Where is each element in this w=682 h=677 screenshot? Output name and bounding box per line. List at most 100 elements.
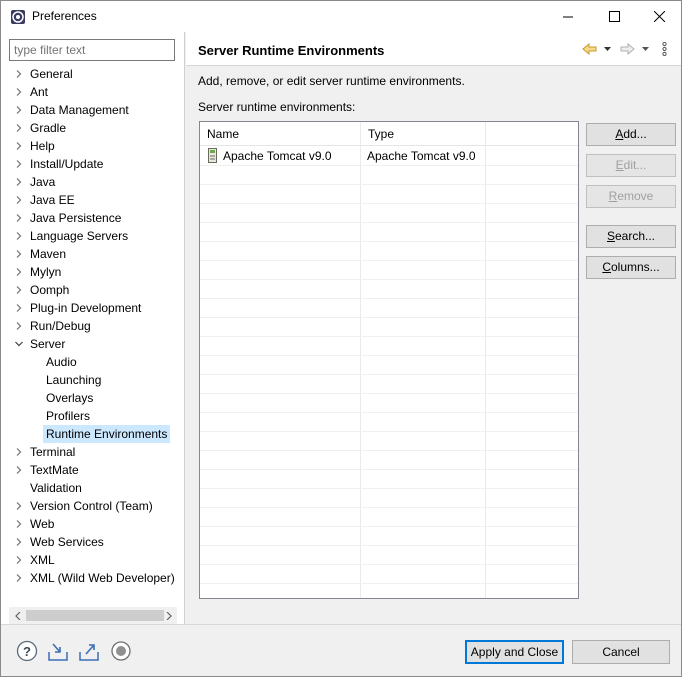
chevron-right-icon[interactable] bbox=[14, 119, 24, 137]
scroll-left-icon[interactable] bbox=[9, 607, 26, 624]
tree-item[interactable]: General bbox=[1, 65, 185, 83]
chevron-right-icon[interactable] bbox=[14, 533, 24, 551]
tree-item-label: TextMate bbox=[30, 463, 79, 477]
row-divider bbox=[200, 374, 578, 375]
tree-item[interactable]: Overlays bbox=[1, 389, 185, 407]
tree-item[interactable]: Terminal bbox=[1, 443, 185, 461]
tree-item[interactable]: Validation bbox=[1, 479, 185, 497]
chevron-right-icon[interactable] bbox=[14, 83, 24, 101]
tree-item[interactable]: Java bbox=[1, 173, 185, 191]
scroll-right-icon[interactable] bbox=[160, 607, 177, 624]
tree-item-label: Install/Update bbox=[30, 157, 104, 171]
chevron-right-icon[interactable] bbox=[14, 515, 24, 533]
chevron-right-icon[interactable] bbox=[14, 263, 24, 281]
server-runtime-icon bbox=[208, 148, 217, 166]
tree-item[interactable]: Install/Update bbox=[1, 155, 185, 173]
chevron-right-icon[interactable] bbox=[14, 551, 24, 569]
record-icon[interactable] bbox=[110, 640, 132, 662]
tree-item[interactable]: Run/Debug bbox=[1, 317, 185, 335]
tree-item-label: Validation bbox=[30, 481, 82, 495]
tree-item[interactable]: Java EE bbox=[1, 191, 185, 209]
view-menu-button[interactable] bbox=[662, 41, 667, 57]
tree-item[interactable]: Plug-in Development bbox=[1, 299, 185, 317]
chevron-right-icon[interactable] bbox=[14, 299, 24, 317]
chevron-right-icon[interactable] bbox=[14, 461, 24, 479]
tree-item[interactable]: Language Servers bbox=[1, 227, 185, 245]
chevron-right-icon[interactable] bbox=[14, 317, 24, 335]
tree-item[interactable]: Runtime Environments bbox=[1, 425, 185, 443]
remove-button[interactable]: Remove bbox=[586, 185, 676, 208]
tree-item[interactable]: Ant bbox=[1, 83, 185, 101]
search-button[interactable]: Search... bbox=[586, 225, 676, 248]
tree-item[interactable]: TextMate bbox=[1, 461, 185, 479]
tree-item[interactable]: Gradle bbox=[1, 119, 185, 137]
help-icon[interactable]: ? bbox=[16, 640, 38, 662]
import-icon[interactable] bbox=[47, 640, 69, 662]
tree-item-label: XML (Wild Web Developer) bbox=[30, 571, 175, 585]
tree-item-label: Audio bbox=[46, 355, 77, 369]
chevron-right-icon[interactable] bbox=[14, 101, 24, 119]
tree-item[interactable]: XML (Wild Web Developer) bbox=[1, 569, 185, 587]
column-divider bbox=[360, 122, 361, 598]
chevron-right-icon[interactable] bbox=[14, 65, 24, 83]
chevron-right-icon[interactable] bbox=[14, 155, 24, 173]
tree-item[interactable]: Java Persistence bbox=[1, 209, 185, 227]
runtime-table[interactable]: Name Type Apache Tomcat v9.0 Apache Tomca… bbox=[199, 121, 579, 599]
export-icon[interactable] bbox=[78, 640, 100, 662]
chevron-right-icon[interactable] bbox=[14, 497, 24, 515]
row-divider bbox=[200, 488, 578, 489]
forward-button[interactable] bbox=[620, 41, 635, 57]
close-button[interactable] bbox=[636, 1, 682, 32]
page-header: Server Runtime Environments bbox=[186, 32, 681, 66]
tree-item-label: General bbox=[30, 67, 73, 81]
tree-item[interactable]: Oomph bbox=[1, 281, 185, 299]
tree-item[interactable]: Audio bbox=[1, 353, 185, 371]
back-button[interactable] bbox=[582, 41, 597, 57]
chevron-right-icon[interactable] bbox=[14, 245, 24, 263]
chevron-right-icon[interactable] bbox=[14, 209, 24, 227]
tree-item[interactable]: Launching bbox=[1, 371, 185, 389]
chevron-right-icon[interactable] bbox=[14, 569, 24, 587]
tree-item[interactable]: XML bbox=[1, 551, 185, 569]
chevron-down-icon[interactable] bbox=[14, 335, 24, 353]
cancel-button[interactable]: Cancel bbox=[572, 640, 670, 664]
tree-item[interactable]: Web bbox=[1, 515, 185, 533]
tree-item[interactable]: Maven bbox=[1, 245, 185, 263]
tree-item[interactable]: Server bbox=[1, 335, 185, 353]
horizontal-scrollbar[interactable] bbox=[9, 607, 177, 624]
add-button[interactable]: Add... bbox=[586, 123, 676, 146]
tree-item-label: Version Control (Team) bbox=[30, 499, 153, 513]
chevron-right-icon[interactable] bbox=[14, 227, 24, 245]
tree-item[interactable]: Help bbox=[1, 137, 185, 155]
chevron-right-icon[interactable] bbox=[14, 443, 24, 461]
chevron-down-icon bbox=[604, 47, 611, 51]
tree-item-label: Overlays bbox=[46, 391, 94, 405]
tree-item[interactable]: Mylyn bbox=[1, 263, 185, 281]
column-header-name[interactable]: Name bbox=[200, 122, 361, 146]
minimize-button[interactable] bbox=[545, 1, 591, 32]
tree-item-label: Gradle bbox=[30, 121, 67, 135]
columns-button[interactable]: Columns... bbox=[586, 256, 676, 279]
row-divider bbox=[200, 203, 578, 204]
row-divider bbox=[200, 184, 578, 185]
tree-item[interactable]: Profilers bbox=[1, 407, 185, 425]
chevron-right-icon[interactable] bbox=[14, 191, 24, 209]
chevron-right-icon[interactable] bbox=[14, 173, 24, 191]
forward-menu-button[interactable] bbox=[642, 41, 649, 57]
edit-button[interactable]: Edit... bbox=[586, 154, 676, 177]
tree-item[interactable]: Data Management bbox=[1, 101, 185, 119]
apply-and-close-button[interactable]: Apply and Close bbox=[465, 640, 564, 664]
row-divider bbox=[200, 564, 578, 565]
maximize-button[interactable] bbox=[591, 1, 637, 32]
tree-item[interactable]: Web Services bbox=[1, 533, 185, 551]
tree-item-label: Web Services bbox=[30, 535, 104, 549]
preferences-tree: General Ant Data Management Gradle Help Insta… bbox=[1, 65, 185, 587]
tree-item[interactable]: Version Control (Team) bbox=[1, 497, 185, 515]
scrollbar-thumb[interactable] bbox=[26, 610, 164, 621]
filter-input[interactable] bbox=[9, 39, 175, 61]
chevron-right-icon[interactable] bbox=[14, 281, 24, 299]
column-header-type[interactable]: Type bbox=[361, 122, 486, 146]
chevron-right-icon[interactable] bbox=[14, 137, 24, 155]
table-row[interactable]: Apache Tomcat v9.0 Apache Tomcat v9.0 bbox=[200, 146, 578, 165]
back-menu-button[interactable] bbox=[604, 41, 611, 57]
